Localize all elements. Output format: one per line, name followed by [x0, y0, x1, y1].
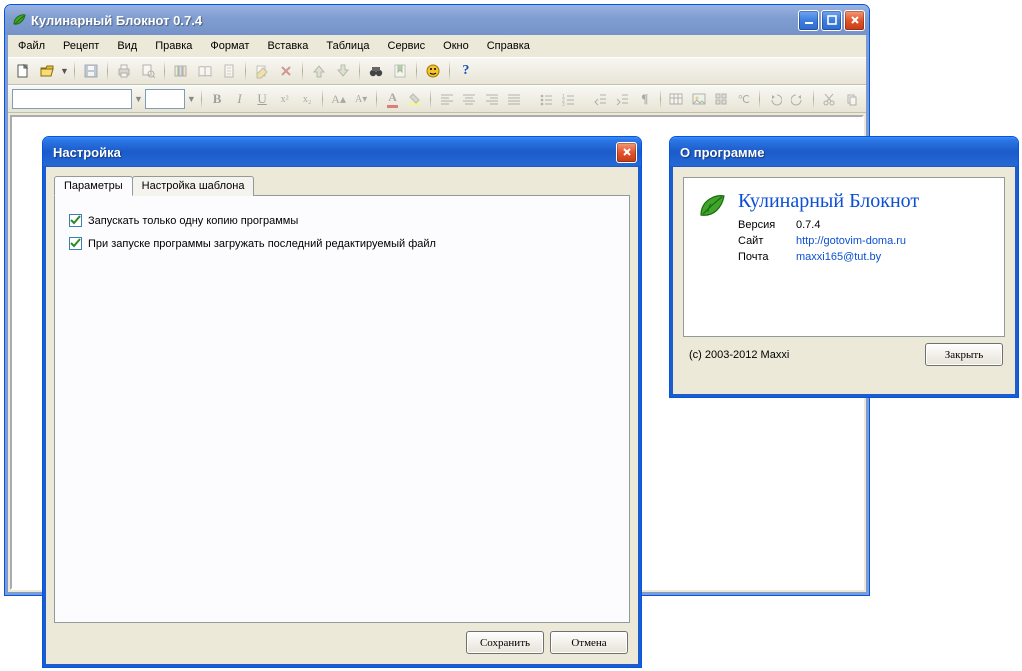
bold-icon[interactable]: B: [207, 88, 228, 110]
save-icon[interactable]: [80, 60, 102, 82]
main-close-button[interactable]: [844, 10, 865, 31]
insert-image-icon[interactable]: [689, 88, 710, 110]
print-icon[interactable]: [113, 60, 135, 82]
standard-toolbar: ▼: [8, 57, 866, 85]
main-titlebar[interactable]: Кулинарный Блокнот 0.7.4: [5, 5, 869, 35]
settings-dialog: Настройка Параметры Настройка шаблона За…: [42, 136, 642, 668]
menu-recipe[interactable]: Рецепт: [55, 37, 107, 55]
about-leaf-icon: [696, 190, 728, 324]
style-combo[interactable]: [12, 89, 132, 109]
menu-file[interactable]: Файл: [10, 37, 53, 55]
option-load-last-label: При запуске программы загружать последни…: [88, 238, 436, 250]
insert-grid-icon[interactable]: [711, 88, 732, 110]
option-single-instance-label: Запускать только одну копию программы: [88, 215, 298, 227]
align-right-icon[interactable]: [481, 88, 502, 110]
menu-help[interactable]: Справка: [479, 37, 538, 55]
app-leaf-icon: [11, 12, 27, 28]
about-site-label: Сайт: [738, 235, 786, 247]
menu-format[interactable]: Формат: [202, 37, 257, 55]
minimize-button[interactable]: [798, 10, 819, 31]
align-center-icon[interactable]: [459, 88, 480, 110]
insert-table-icon[interactable]: [666, 88, 687, 110]
help-icon[interactable]: ?: [455, 60, 477, 82]
about-title: О программе: [676, 145, 1014, 160]
settings-title: Настройка: [49, 145, 616, 160]
binoculars-icon[interactable]: [365, 60, 387, 82]
edit-pencil-icon[interactable]: [251, 60, 273, 82]
settings-save-button[interactable]: Сохранить: [466, 631, 544, 654]
bookmark-toolbar-icon[interactable]: [389, 60, 411, 82]
option-single-instance-row: Запускать только одну копию программы: [69, 214, 615, 227]
menu-window[interactable]: Окно: [435, 37, 477, 55]
option-load-last-row: При запуске программы загружать последни…: [69, 237, 615, 250]
paragraph-icon[interactable]: ¶: [635, 88, 656, 110]
new-file-icon[interactable]: [12, 60, 34, 82]
main-title: Кулинарный Блокнот 0.7.4: [31, 13, 798, 28]
tab-template[interactable]: Настройка шаблона: [132, 176, 255, 196]
about-card: Кулинарный Блокнот Версия 0.7.4 Сайт htt…: [683, 177, 1005, 337]
cut-icon[interactable]: [819, 88, 840, 110]
arrow-up-icon[interactable]: [308, 60, 330, 82]
about-site-link[interactable]: http://gotovim-doma.ru: [796, 235, 906, 247]
underline-icon[interactable]: U: [252, 88, 273, 110]
settings-cancel-button[interactable]: Отмена: [550, 631, 628, 654]
format-toolbar: ▼ ▼ B I U x² x₂ A▴ A▾ A 123 ¶: [8, 85, 866, 113]
library-icon[interactable]: [170, 60, 192, 82]
about-app-name: Кулинарный Блокнот: [738, 190, 919, 213]
align-justify-icon[interactable]: [504, 88, 525, 110]
tab-parameters[interactable]: Параметры: [54, 176, 133, 196]
settings-close-icon[interactable]: [616, 142, 637, 163]
about-version-value: 0.7.4: [796, 219, 820, 231]
highlight-icon[interactable]: [405, 88, 426, 110]
print-preview-icon[interactable]: [137, 60, 159, 82]
undo-icon[interactable]: [765, 88, 786, 110]
bullet-list-icon[interactable]: [535, 88, 556, 110]
about-dialog: О программе Кулинарный Блокнот Версия 0.…: [669, 136, 1019, 398]
menu-table[interactable]: Таблица: [318, 37, 377, 55]
svg-text:3: 3: [562, 102, 565, 106]
checkbox-single-instance[interactable]: [69, 214, 82, 227]
italic-icon[interactable]: I: [229, 88, 250, 110]
maximize-button[interactable]: [821, 10, 842, 31]
outdent-icon[interactable]: [589, 88, 610, 110]
delete-icon[interactable]: [275, 60, 297, 82]
document-icon[interactable]: [218, 60, 240, 82]
subscript-icon[interactable]: x₂: [297, 88, 318, 110]
font-color-icon[interactable]: A: [382, 88, 403, 110]
font-shrink-icon[interactable]: A▾: [351, 88, 372, 110]
settings-titlebar[interactable]: Настройка: [43, 137, 641, 167]
checkbox-load-last[interactable]: [69, 237, 82, 250]
settings-tabpage: Запускать только одну копию программы Пр…: [54, 195, 630, 623]
open-file-icon[interactable]: [36, 60, 58, 82]
menu-bar: Файл Рецепт Вид Правка Формат Вставка Та…: [8, 35, 866, 57]
redo-icon[interactable]: [788, 88, 809, 110]
temperature-icon[interactable]: ℃: [734, 88, 755, 110]
about-mail-label: Почта: [738, 251, 786, 263]
about-mail-link[interactable]: maxxi165@tut.by: [796, 251, 881, 263]
copy-icon[interactable]: [842, 88, 863, 110]
menu-view[interactable]: Вид: [109, 37, 145, 55]
settings-tabstrip: Параметры Настройка шаблона: [54, 176, 630, 196]
indent-icon[interactable]: [612, 88, 633, 110]
book-open-icon[interactable]: [194, 60, 216, 82]
font-grow-icon[interactable]: A▴: [328, 88, 349, 110]
smiley-icon[interactable]: [422, 60, 444, 82]
menu-service[interactable]: Сервис: [380, 37, 434, 55]
superscript-icon[interactable]: x²: [274, 88, 295, 110]
menu-edit[interactable]: Правка: [147, 37, 200, 55]
font-combo[interactable]: [145, 89, 185, 109]
arrow-down-icon[interactable]: [332, 60, 354, 82]
menu-insert[interactable]: Вставка: [259, 37, 316, 55]
about-titlebar[interactable]: О программе: [670, 137, 1018, 167]
about-version-label: Версия: [738, 219, 786, 231]
align-left-icon[interactable]: [436, 88, 457, 110]
number-list-icon[interactable]: 123: [558, 88, 579, 110]
about-close-button[interactable]: Закрыть: [925, 343, 1003, 366]
about-copyright: (c) 2003-2012 Maxxi: [689, 349, 789, 361]
